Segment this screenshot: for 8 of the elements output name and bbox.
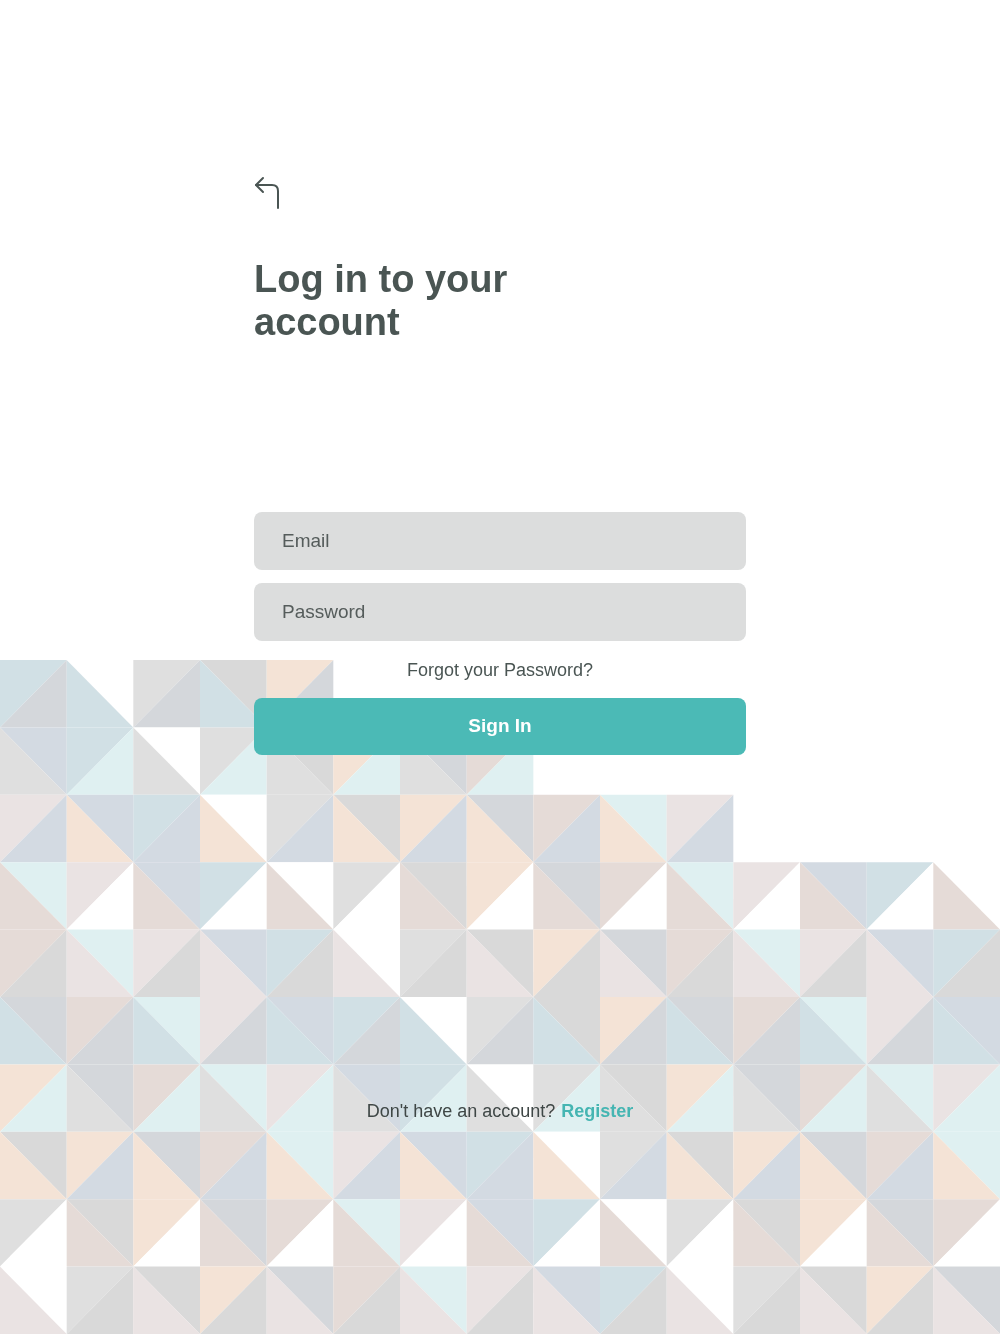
sign-in-button[interactable]: Sign In (254, 698, 746, 755)
back-arrow-icon (254, 174, 282, 210)
email-field[interactable]: Email (254, 512, 746, 570)
password-field[interactable]: Password (254, 583, 746, 641)
page-title: Log in to your account (254, 258, 509, 344)
register-prompt: Don't have an account? (366, 1100, 556, 1123)
forgot-password-link[interactable]: Forgot your Password? (406, 657, 594, 684)
register-link[interactable]: Register (561, 1098, 634, 1125)
